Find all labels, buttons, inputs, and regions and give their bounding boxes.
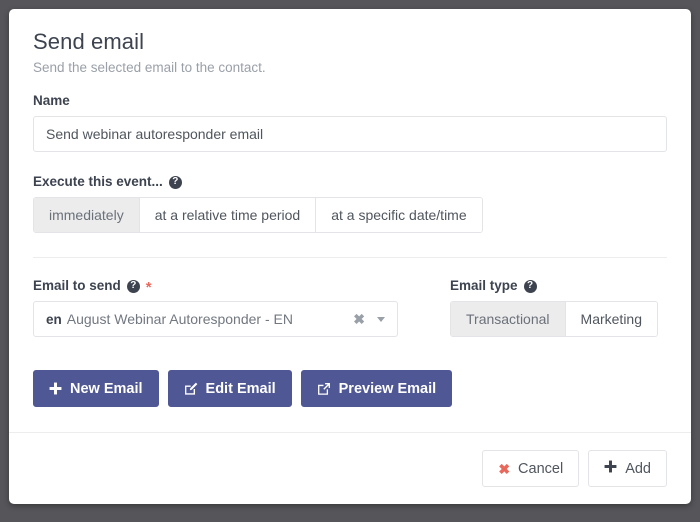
add-button[interactable]: Add	[588, 450, 667, 487]
email-type-option-transactional[interactable]: Transactional	[451, 302, 566, 336]
execute-option-relative-time[interactable]: at a relative time period	[139, 198, 317, 232]
add-button-label: Add	[625, 460, 651, 477]
email-to-send-label-text: Email to send	[33, 278, 121, 293]
email-type-label-text: Email type	[450, 278, 518, 293]
cancel-button[interactable]: ✖ Cancel	[482, 450, 580, 487]
name-field-label-text: Name	[33, 93, 70, 108]
question-circle-icon[interactable]: ?	[126, 279, 140, 293]
new-email-button[interactable]: New Email	[33, 370, 159, 407]
email-language-badge: en	[46, 311, 62, 327]
close-icon: ✖	[498, 460, 511, 477]
question-circle-icon[interactable]: ?	[523, 279, 537, 293]
email-to-send-label: Email to send ? *	[33, 278, 423, 296]
cancel-button-label: Cancel	[518, 460, 564, 477]
dialog-footer: ✖ Cancel Add	[9, 432, 691, 504]
new-email-button-label: New Email	[70, 380, 143, 397]
execute-option-specific-datetime[interactable]: at a specific date/time	[316, 198, 482, 232]
send-email-dialog: Send email Send the selected email to th…	[9, 9, 691, 504]
email-type-option-marketing[interactable]: Marketing	[565, 302, 657, 336]
plus-icon	[604, 460, 617, 477]
name-input[interactable]	[33, 116, 667, 152]
pencil-square-icon	[184, 382, 198, 396]
email-to-send-value: August Webinar Autoresponder - EN	[66, 311, 293, 327]
execute-timing-segmented-control[interactable]: immediately at a relative time period at…	[33, 197, 483, 233]
execute-event-label: Execute this event... ?	[33, 174, 667, 190]
execute-option-immediately[interactable]: immediately	[34, 198, 140, 232]
email-type-group: Email type ? Transactional Marketing	[450, 278, 658, 337]
plus-icon	[49, 382, 62, 395]
external-link-icon	[317, 382, 331, 396]
edit-email-button[interactable]: Edit Email	[167, 370, 292, 407]
email-to-send-group: Email to send ? * en August Webinar Auto…	[33, 278, 423, 337]
dialog-subtitle: Send the selected email to the contact.	[33, 60, 266, 75]
edit-email-button-label: Edit Email	[205, 380, 276, 397]
name-field-label: Name	[33, 93, 667, 109]
chevron-down-icon[interactable]	[377, 316, 385, 322]
email-type-segmented-control[interactable]: Transactional Marketing	[450, 301, 658, 337]
execute-event-label-text: Execute this event...	[33, 174, 163, 189]
required-asterisk: *	[145, 279, 152, 296]
email-settings-row: Email to send ? * en August Webinar Auto…	[33, 278, 667, 337]
dialog-body: Send email Send the selected email to th…	[9, 9, 691, 407]
email-action-buttons: New Email Edit Email Preview Email	[33, 370, 667, 407]
preview-email-button[interactable]: Preview Email	[300, 370, 453, 407]
page-title: Send email	[33, 29, 145, 54]
close-icon[interactable]: ✖	[353, 312, 365, 326]
email-type-label: Email type ?	[450, 278, 658, 294]
section-divider	[33, 257, 667, 258]
email-to-send-select[interactable]: en August Webinar Autoresponder - EN ✖	[33, 301, 398, 337]
preview-email-button-label: Preview Email	[338, 380, 437, 397]
question-circle-icon[interactable]: ?	[168, 175, 182, 189]
